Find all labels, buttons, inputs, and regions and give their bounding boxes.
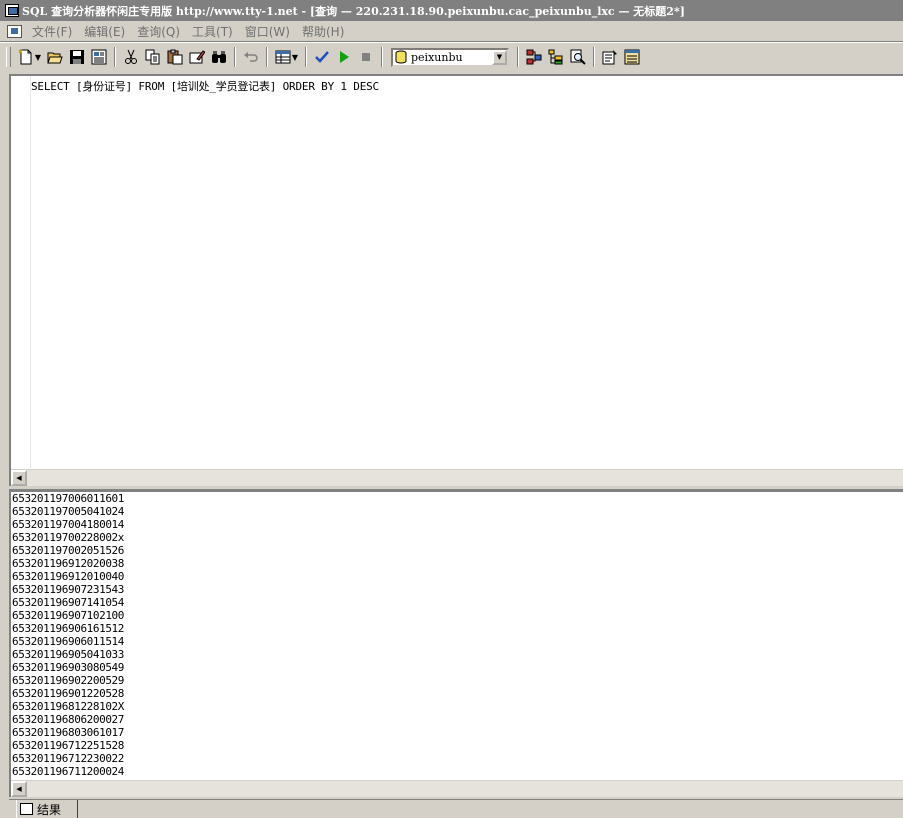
bottom-tabs: 结果 — [9, 799, 903, 818]
menu-tools[interactable]: 工具(T) — [188, 23, 241, 40]
new-query-dropdown-icon[interactable]: ▼ — [34, 53, 42, 62]
grid-results-icon — [275, 50, 291, 64]
eraser-icon — [189, 50, 205, 64]
editor-horizontal-scrollbar[interactable]: ◀ — [11, 469, 903, 486]
results-list: 653201197006011601 653201197005041024 6532… — [12, 492, 124, 778]
toolbar-separator — [593, 47, 595, 67]
display-execution-plan-button[interactable] — [523, 46, 545, 68]
undo-icon — [244, 52, 258, 62]
copy-icon — [145, 49, 160, 65]
toolbar-separator — [266, 47, 268, 67]
menu-file[interactable]: 文件(F) — [28, 23, 80, 40]
scroll-left-icon[interactable]: ◀ — [11, 781, 27, 797]
title-bar: SQL 查询分析器怀闲庄专用版 http://www.tty-1.net - [… — [0, 0, 903, 21]
template-icon — [91, 49, 107, 65]
undo-button[interactable] — [240, 46, 262, 68]
chevron-down-icon[interactable]: ▼ — [492, 49, 507, 65]
object-browser-icon — [548, 49, 563, 65]
result-row[interactable]: 653201196901220528 — [12, 687, 124, 700]
left-frame — [0, 72, 9, 817]
result-row[interactable]: 653201196907231543 — [12, 583, 124, 596]
results-horizontal-scrollbar[interactable]: ◀ — [11, 780, 903, 797]
parse-query-button[interactable] — [311, 46, 333, 68]
result-row[interactable]: 653201197005041024 — [12, 505, 124, 518]
result-row[interactable]: 653201196912010040 — [12, 570, 124, 583]
result-row[interactable]: 653201196903080549 — [12, 661, 124, 674]
result-row[interactable]: 653201197006011601 — [12, 492, 124, 505]
result-row[interactable]: 653201196902200529 — [12, 674, 124, 687]
toolbar-separator — [114, 47, 116, 67]
results-pane-icon — [624, 49, 640, 65]
result-row[interactable]: 653201196907102100 — [12, 609, 124, 622]
results-grid-icon — [20, 803, 33, 815]
result-row[interactable]: 653201196912020038 — [12, 557, 124, 570]
query-text[interactable]: SELECT [身份证号] FROM [培训处_学员登记表] ORDER BY … — [31, 78, 379, 94]
window-title: SQL 查询分析器怀闲庄专用版 http://www.tty-1.net - [… — [22, 4, 685, 18]
toolbar: ▼ ▼ peixunbu ▼ — [0, 43, 903, 71]
menu-query[interactable]: 查询(Q) — [133, 23, 188, 40]
result-row[interactable]: 653201196712230022 — [12, 752, 124, 765]
tab-results[interactable]: 结果 — [16, 800, 78, 818]
result-row[interactable]: 653201197004180014 — [12, 518, 124, 531]
toolbar-separator — [305, 47, 307, 67]
execute-query-button[interactable] — [333, 46, 355, 68]
toolbar-separator — [517, 47, 519, 67]
result-row[interactable]: 653201196711200024 — [12, 765, 124, 778]
binoculars-icon — [212, 51, 226, 63]
show-results-pane-button[interactable] — [621, 46, 643, 68]
result-row[interactable]: 653201196803061017 — [12, 726, 124, 739]
checkmark-icon — [315, 51, 329, 63]
cancel-query-button[interactable] — [355, 46, 377, 68]
result-row[interactable]: 653201196712251528 — [12, 739, 124, 752]
save-button[interactable] — [66, 46, 88, 68]
result-row[interactable]: 65320119681228102X — [12, 700, 124, 713]
result-row[interactable]: 653201196906161512 — [12, 622, 124, 635]
document-window-icon[interactable] — [7, 24, 22, 38]
results-mode-dropdown-icon[interactable]: ▼ — [291, 53, 299, 62]
object-browser-button[interactable] — [545, 46, 567, 68]
current-connection-properties-button[interactable] — [599, 46, 621, 68]
results-pane[interactable]: 653201197006011601 653201197005041024 6532… — [9, 490, 903, 797]
result-row[interactable]: 653201196905041033 — [12, 648, 124, 661]
toolbar-separator — [381, 47, 383, 67]
database-select[interactable]: peixunbu ▼ — [391, 47, 509, 67]
menu-bar: 文件(F) 编辑(E) 查询(Q) 工具(T) 窗口(W) 帮助(H) — [0, 21, 903, 41]
result-row[interactable]: 65320119700228002x — [12, 531, 124, 544]
stop-icon — [362, 53, 370, 61]
menu-edit[interactable]: 编辑(E) — [80, 23, 133, 40]
play-icon — [340, 51, 349, 63]
result-row[interactable]: 653201196806200027 — [12, 713, 124, 726]
scissors-icon — [125, 49, 137, 64]
properties-icon — [602, 50, 617, 65]
cut-button[interactable] — [120, 46, 142, 68]
toolbar-grip[interactable] — [6, 47, 11, 67]
clear-window-button[interactable] — [186, 46, 208, 68]
menu-help[interactable]: 帮助(H) — [298, 23, 352, 40]
database-cylinder-icon — [395, 50, 407, 64]
query-editor[interactable]: SELECT [身份证号] FROM [培训处_学员登记表] ORDER BY … — [9, 74, 903, 486]
paste-icon — [167, 49, 183, 65]
open-folder-icon — [47, 52, 63, 64]
scroll-left-icon[interactable]: ◀ — [11, 470, 27, 486]
find-button[interactable] — [208, 46, 230, 68]
tab-results-label: 结果 — [37, 802, 62, 817]
menu-window[interactable]: 窗口(W) — [241, 23, 298, 40]
result-row[interactable]: 653201197002051526 — [12, 544, 124, 557]
result-row[interactable]: 653201196907141054 — [12, 596, 124, 609]
copy-button[interactable] — [142, 46, 164, 68]
app-icon[interactable] — [5, 4, 19, 17]
result-row[interactable]: 653201196906011514 — [12, 635, 124, 648]
magnifier-icon — [570, 49, 586, 65]
save-disk-icon — [70, 50, 84, 64]
toolbar-separator — [234, 47, 236, 67]
object-search-button[interactable] — [567, 46, 589, 68]
paste-button[interactable] — [164, 46, 186, 68]
insert-template-button[interactable] — [88, 46, 110, 68]
new-document-icon — [18, 49, 32, 65]
database-name: peixunbu — [411, 50, 463, 64]
open-button[interactable] — [44, 46, 66, 68]
execution-plan-icon — [526, 49, 542, 65]
editor-gutter — [11, 76, 31, 468]
